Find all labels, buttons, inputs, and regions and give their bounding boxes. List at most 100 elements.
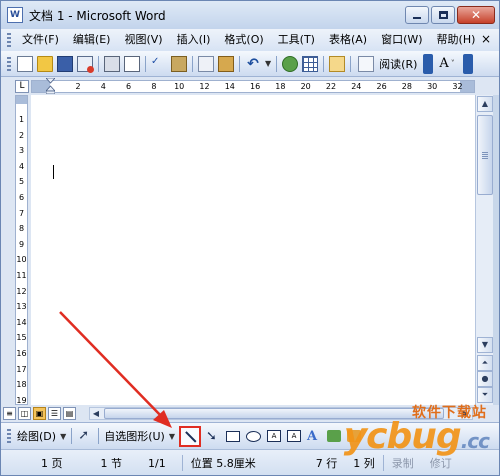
outline-view-icon[interactable]: ☰ [48, 407, 61, 420]
insert-table-icon[interactable] [302, 55, 319, 72]
scroll-up-icon[interactable]: ▲ [477, 96, 493, 112]
read-icon [358, 55, 375, 72]
toolbar-options-icon[interactable] [423, 53, 434, 74]
hyperlink-icon[interactable] [282, 55, 299, 72]
print-preview-icon[interactable] [124, 55, 140, 72]
menu-table[interactable]: 表格(A) [322, 31, 374, 49]
horizontal-scroll-thumb[interactable] [104, 408, 444, 419]
font-size-icon[interactable]: A [439, 56, 448, 71]
maximize-icon [438, 11, 448, 19]
draw-menu-button[interactable]: 绘图(D) [17, 428, 56, 444]
new-document-icon[interactable] [17, 55, 33, 72]
status-page-of: 1/1 [148, 456, 166, 470]
ruler-tick-label: 5 [18, 177, 25, 187]
previous-page-icon[interactable]: ⏶ [477, 355, 493, 371]
save-icon[interactable] [57, 55, 73, 72]
toolbar-separator [192, 55, 193, 72]
research-icon[interactable] [171, 55, 187, 72]
spelling-check-icon[interactable]: ✓ [151, 56, 167, 72]
tab-selector[interactable]: L [15, 80, 29, 93]
horizontal-scrollbar[interactable]: ◀ ▶ [89, 407, 473, 420]
minimize-button[interactable] [405, 6, 429, 24]
window-title: 文档 1 - Microsoft Word [29, 8, 166, 23]
menu-file[interactable]: 文件(F) [15, 31, 66, 49]
ruler-tick-label: 4 [100, 82, 106, 91]
oval-tool-icon[interactable] [246, 430, 262, 442]
web-view-icon[interactable]: ◫ [18, 407, 31, 420]
arrow-tool-icon[interactable]: ➘ [206, 429, 220, 444]
vertical-scroll-thumb[interactable] [477, 115, 493, 195]
drawing-toolbar: 绘图(D) ▼ ➚ 自选图形(U) ▼ ➘ A A A [1, 422, 499, 449]
menu-help[interactable]: 帮助(H) [430, 31, 483, 49]
print-icon[interactable] [104, 55, 120, 72]
draw-dropdown-icon[interactable]: ▼ [60, 432, 66, 441]
ruler-tick-label: 2 [18, 130, 25, 140]
text-cursor [53, 165, 54, 179]
reading-view-icon[interactable]: ▤ [63, 407, 76, 420]
status-page: 1 页 [41, 457, 63, 470]
ruler-row: L 2 4 6 8 10 12 14 16 18 20 22 24 26 28 30 32 [1, 77, 499, 95]
select-objects-icon[interactable]: ➚ [78, 429, 92, 443]
toolbar-separator [145, 55, 146, 72]
close-document-icon[interactable]: × [481, 32, 491, 46]
ruler-tick-label: 15 [16, 333, 27, 343]
copy-icon[interactable] [198, 55, 214, 72]
drawing-toggle-icon[interactable] [329, 55, 346, 72]
rectangle-tool-icon[interactable] [226, 430, 241, 442]
next-page-icon[interactable]: ⏷ [477, 387, 493, 403]
menu-window[interactable]: 窗口(W) [374, 31, 429, 49]
ruler-tick-label: 1 [18, 115, 25, 124]
maximize-button[interactable] [431, 6, 455, 24]
autoshapes-button[interactable]: 自选图形(U) [104, 428, 165, 444]
permission-icon[interactable] [77, 55, 94, 73]
ruler-tick-label: 24 [351, 82, 362, 91]
scroll-right-icon[interactable]: ▶ [460, 408, 472, 419]
menu-edit[interactable]: 编辑(E) [66, 31, 118, 49]
font-size-dropdown-icon[interactable]: ˅ [451, 59, 455, 68]
wordart-tool-icon[interactable]: A [307, 429, 321, 444]
status-position: 位置 5.8厘米 [190, 457, 256, 470]
vertical-scrollbar[interactable]: ▲ ▼ ⏶ ● ⏷ [475, 95, 493, 405]
read-button[interactable]: 阅读(R) [356, 55, 417, 72]
clipart-tool-icon[interactable] [347, 430, 362, 442]
vertical-textbox-tool-icon[interactable]: A [287, 430, 302, 442]
word-app-icon[interactable]: W [7, 7, 23, 23]
menu-format[interactable]: 格式(O) [217, 31, 270, 49]
ruler-tick-label: 10 [16, 255, 27, 265]
menubar-grip-icon[interactable] [7, 33, 11, 47]
ruler-tick-label: 17 [16, 364, 27, 374]
document-page[interactable] [31, 95, 475, 405]
horizontal-ruler[interactable]: 2 4 6 8 10 12 14 16 18 20 22 24 26 28 30 32 [31, 78, 475, 94]
toolbar-separator [98, 428, 100, 444]
select-browse-object-icon[interactable]: ● [477, 371, 493, 387]
normal-view-icon[interactable]: ≡ [3, 407, 16, 420]
scroll-left-icon[interactable]: ◀ [90, 408, 102, 419]
autoshapes-dropdown-icon[interactable]: ▼ [169, 432, 175, 441]
paste-icon[interactable] [218, 55, 234, 72]
vertical-ruler[interactable]: 1 2 3 4 5 6 7 8 9 10 11 12 13 14 15 16 17 18 19 [15, 95, 28, 405]
open-folder-icon[interactable] [37, 55, 53, 72]
status-revisions[interactable]: 修订 [422, 455, 460, 471]
toolbar-grip-icon[interactable] [7, 56, 11, 71]
print-layout-view-icon[interactable]: ▣ [33, 407, 46, 420]
menu-tools[interactable]: 工具(T) [271, 31, 322, 49]
close-button[interactable]: ✕ [457, 6, 495, 24]
indent-marker-icon[interactable] [46, 78, 55, 94]
status-column: 1 列 [353, 457, 375, 470]
ruler-tick-label: 8 [18, 224, 25, 234]
drawing-toolbar-grip-icon[interactable] [7, 429, 11, 443]
textbox-tool-icon[interactable]: A [267, 430, 282, 442]
formatting-options-icon[interactable] [462, 53, 473, 74]
ruler-tick-label: 13 [16, 302, 27, 312]
ruler-tick-label: 12 [16, 286, 27, 296]
scroll-down-icon[interactable]: ▼ [477, 337, 493, 353]
ruler-tick-label: 14 [224, 82, 235, 91]
diagram-tool-icon[interactable] [327, 430, 342, 442]
line-tool-icon[interactable] [179, 425, 202, 447]
status-record[interactable]: 录制 [384, 455, 422, 471]
standard-toolbar: ✓ ↶ ▼ 阅读(R) A ˅ [1, 51, 499, 77]
menu-insert[interactable]: 插入(I) [170, 31, 218, 49]
menu-view[interactable]: 视图(V) [117, 31, 169, 49]
undo-dropdown-icon[interactable]: ▼ [265, 59, 271, 68]
undo-icon[interactable]: ↶ [245, 56, 261, 72]
